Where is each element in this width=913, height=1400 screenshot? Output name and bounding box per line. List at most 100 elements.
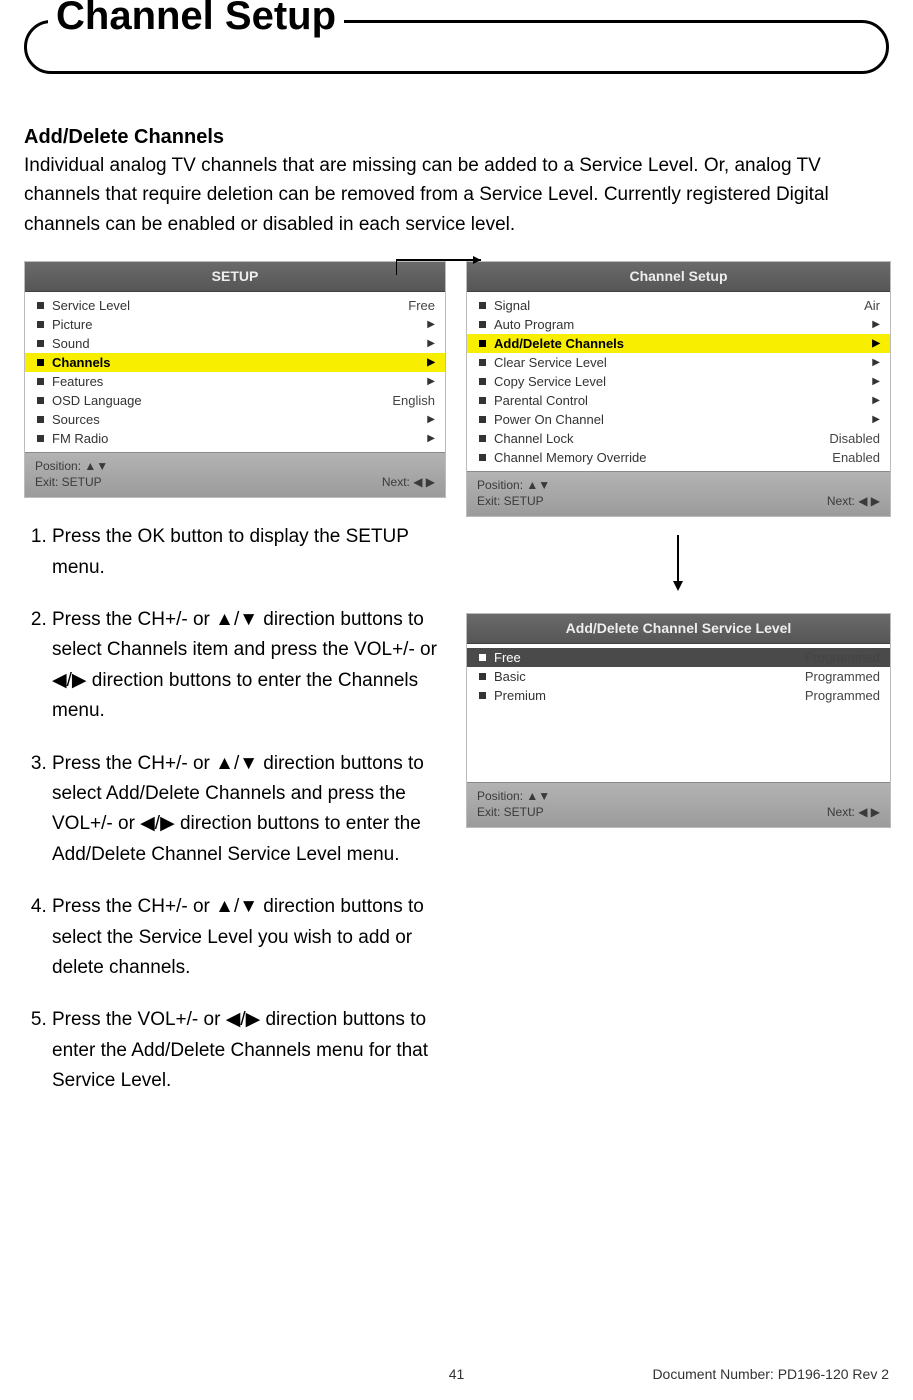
bullet-icon	[479, 435, 486, 442]
panel-setup-footer-next: Next: ◀ ▶	[382, 475, 435, 489]
bullet-icon	[37, 378, 44, 385]
section-title: Channel Setup	[48, 0, 344, 39]
panel-service-footer-pos: Position: ▲▼	[477, 789, 550, 803]
steps-list: Press the OK button to display the SETUP…	[24, 522, 444, 1096]
bullet-icon	[479, 302, 486, 309]
menu-row-label: FM Radio	[52, 431, 419, 446]
intro-paragraph: Individual analog TV channels that are m…	[24, 151, 889, 239]
menu-row: Basic Programmed	[467, 667, 890, 686]
menu-row: Premium Programmed	[467, 686, 890, 705]
menu-row: Auto Program▶	[467, 315, 890, 334]
panel-channel-setup: Channel Setup SignalAirAuto Program▶Add/…	[466, 261, 891, 517]
panel-service-footer-next: Next: ◀ ▶	[827, 805, 880, 819]
menu-row-value: English	[392, 393, 435, 408]
panel-channel-footer: Position: ▲▼ Exit: SETUP Next: ◀ ▶	[467, 471, 890, 516]
menu-row-value: Free	[408, 298, 435, 313]
menu-row-label: Picture	[52, 317, 419, 332]
panel-setup-footer-exit: Exit: SETUP	[35, 475, 102, 489]
menu-row: Channels▶	[25, 353, 445, 372]
bullet-icon	[479, 359, 486, 366]
panel-channel-body: SignalAirAuto Program▶Add/Delete Channel…	[467, 292, 890, 471]
menu-row-value: Programmed	[805, 650, 880, 665]
menu-row-label: Premium	[494, 688, 797, 703]
panel-setup: SETUP Service LevelFreePicture▶Sound▶Cha…	[24, 261, 446, 498]
chevron-right-icon: ▶	[427, 433, 435, 444]
menu-row-label: Clear Service Level	[494, 355, 864, 370]
step-item: Press the VOL+/- or ◀/▶ direction button…	[52, 1005, 444, 1096]
chevron-right-icon: ▶	[872, 338, 880, 349]
chevron-right-icon: ▶	[427, 357, 435, 368]
panel-service-title: Add/Delete Channel Service Level	[467, 614, 890, 644]
menu-row: Clear Service Level ▶	[467, 353, 890, 372]
bullet-icon	[479, 673, 486, 680]
bullet-icon	[37, 397, 44, 404]
bullet-icon	[37, 435, 44, 442]
bullet-icon	[479, 692, 486, 699]
menu-row: Power On Channel ▶	[467, 410, 890, 429]
panel-channel-footer-pos: Position: ▲▼	[477, 478, 550, 492]
menu-row: OSD Language English	[25, 391, 445, 410]
menu-row: Picture ▶	[25, 315, 445, 334]
chevron-right-icon: ▶	[872, 414, 880, 425]
menu-row: Copy Service Level▶	[467, 372, 890, 391]
menu-row-label: Parental Control	[494, 393, 864, 408]
panel-setup-body: Service LevelFreePicture▶Sound▶Channels▶…	[25, 292, 445, 452]
menu-row-value: Programmed	[805, 688, 880, 703]
menu-row-label: Basic	[494, 669, 797, 684]
panel-channel-title: Channel Setup	[467, 262, 890, 292]
menu-row-label: Features	[52, 374, 419, 389]
menu-row: Channel Memory Override Enabled	[467, 448, 890, 467]
bullet-icon	[479, 378, 486, 385]
step-item: Press the CH+/- or ▲/▼ direction buttons…	[52, 749, 444, 871]
menu-row-label: Channel Lock	[494, 431, 821, 446]
step-item: Press the CH+/- or ▲/▼ direction buttons…	[52, 605, 444, 727]
menu-row: Sound ▶	[25, 334, 445, 353]
menu-row-value: Enabled	[832, 450, 880, 465]
menu-row: Add/Delete Channels ▶	[467, 334, 890, 353]
menu-row: Free Programmed	[467, 648, 890, 667]
menu-row: Features ▶	[25, 372, 445, 391]
bullet-icon	[479, 321, 486, 328]
page-number: 41	[449, 1366, 465, 1382]
menu-row-label: Free	[494, 650, 797, 665]
bullet-icon	[479, 654, 486, 661]
menu-row-label: Add/Delete Channels	[494, 336, 864, 351]
bullet-icon	[479, 416, 486, 423]
chevron-right-icon: ▶	[427, 376, 435, 387]
chevron-right-icon: ▶	[427, 414, 435, 425]
menu-row: Service Level Free	[25, 296, 445, 315]
flow-arrow-down	[466, 535, 889, 595]
section-header: Channel Setup	[24, 2, 889, 72]
panel-service-footer-exit: Exit: SETUP	[477, 805, 544, 819]
menu-row-value: Disabled	[829, 431, 880, 446]
bullet-icon	[37, 321, 44, 328]
menu-row-label: OSD Language	[52, 393, 384, 408]
page-footer: 41 Document Number: PD196-120 Rev 2	[24, 1366, 889, 1382]
chevron-right-icon: ▶	[872, 319, 880, 330]
menu-row: Parental Control ▶	[467, 391, 890, 410]
menu-row: Sources▶	[25, 410, 445, 429]
doc-number: Document Number: PD196-120 Rev 2	[652, 1366, 889, 1382]
menu-row-label: Copy Service Level	[494, 374, 864, 389]
menu-row-label: Signal	[494, 298, 856, 313]
chevron-right-icon: ▶	[872, 395, 880, 406]
menu-row-label: Channel Memory Override	[494, 450, 824, 465]
bullet-icon	[37, 340, 44, 347]
chevron-right-icon: ▶	[427, 319, 435, 330]
menu-row-label: Power On Channel	[494, 412, 864, 427]
step-item: Press the CH+/- or ▲/▼ direction buttons…	[52, 892, 444, 983]
panel-setup-footer-pos: Position: ▲▼	[35, 459, 108, 473]
bullet-icon	[479, 340, 486, 347]
chevron-right-icon: ▶	[872, 357, 880, 368]
chevron-right-icon: ▶	[427, 338, 435, 349]
menu-row-label: Sound	[52, 336, 419, 351]
subsection-heading: Add/Delete Channels	[24, 126, 889, 149]
menu-row-value: Air	[864, 298, 880, 313]
menu-row: Channel Lock Disabled	[467, 429, 890, 448]
panel-setup-footer: Position: ▲▼ Exit: SETUP Next: ◀ ▶	[25, 452, 445, 497]
step-item: Press the OK button to display the SETUP…	[52, 522, 444, 583]
bullet-icon	[479, 454, 486, 461]
bullet-icon	[479, 397, 486, 404]
menu-row-label: Service Level	[52, 298, 400, 313]
menu-row-value: Programmed	[805, 669, 880, 684]
